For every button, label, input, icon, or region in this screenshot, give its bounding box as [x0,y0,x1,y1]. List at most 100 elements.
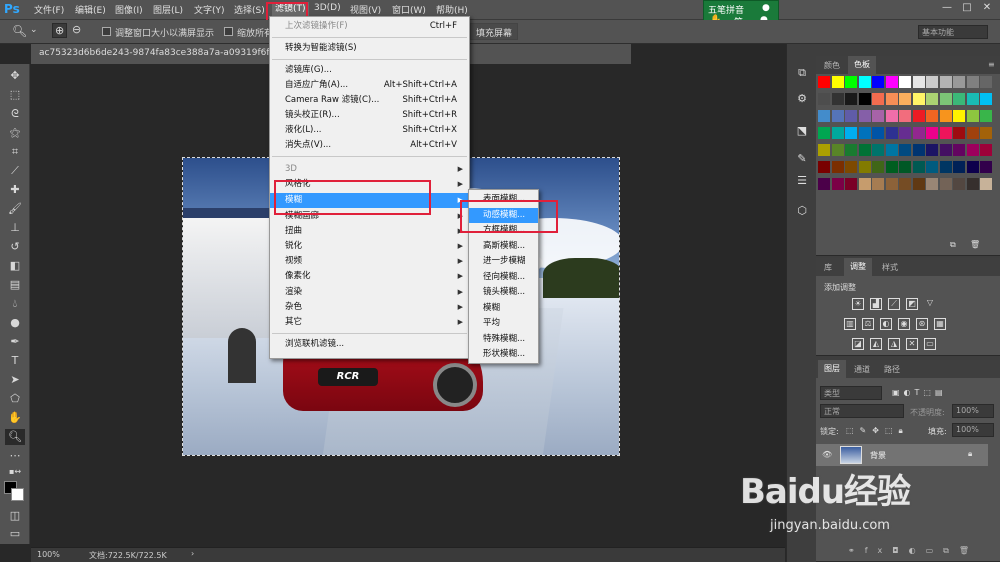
color-swatch[interactable] [899,161,911,173]
color-swatch[interactable] [818,144,830,156]
color-swatch[interactable] [926,161,938,173]
3d-icon[interactable]: ⬡ [793,204,811,220]
color-swatch[interactable] [953,144,965,156]
color-swatch[interactable] [845,76,857,88]
menu-item-lens-correction[interactable]: 镜头校正(R)... Shift+Ctrl+R [270,108,469,123]
submenu-item-smart-blur[interactable]: 特殊模糊... [469,332,538,347]
menu-view[interactable]: 视图(V) [350,3,381,16]
menu-item-vanishing-point[interactable]: 消失点(V)... Alt+Ctrl+V [270,138,469,153]
color-swatch[interactable] [926,76,938,88]
lock-icons[interactable]: ⬚✎✥⬚🔒︎ [846,426,909,436]
brush-settings-icon[interactable]: ✎ [793,152,811,168]
submenu-item-shape-blur[interactable]: 形状模糊... [469,347,538,362]
default-colors-icon[interactable]: ▪↔ [5,464,25,480]
menu-item-sharpen[interactable]: 锐化 ▶ [270,239,469,254]
levels-icon[interactable]: ▟ [870,298,882,310]
color-swatch[interactable] [912,93,925,105]
color-swatch[interactable] [885,76,898,88]
color-swatch[interactable] [966,127,979,139]
tab-channels[interactable]: 通道 [848,364,876,375]
color-swatch[interactable] [831,93,844,105]
color-swatch[interactable] [926,93,938,105]
panel-menu-icon[interactable]: ≡ [982,60,1000,69]
color-swatch[interactable] [912,110,925,122]
menu-item-filter-gallery[interactable]: 滤镜库(G)... [270,63,469,78]
color-swatch[interactable] [953,127,965,139]
history-icon[interactable]: ⧉ [793,66,811,82]
color-swatch[interactable] [845,110,857,122]
zoom-in-icon[interactable]: ⊕ [52,23,68,38]
exposure-icon[interactable]: ◩ [906,298,918,310]
color-swatch[interactable] [939,161,952,173]
color-swatch[interactable] [885,178,898,190]
menu-item-convert-smart-filter[interactable]: 转换为智能滤镜(S) [270,41,469,56]
color-swatch[interactable] [912,144,925,156]
submenu-item-lens-blur[interactable]: 镜头模糊... [469,285,538,300]
photo-filter-icon[interactable]: ◉ [898,318,910,330]
color-swatch[interactable] [980,178,992,190]
screen-mode-icon[interactable]: ▭ [5,526,25,542]
lasso-tool-icon[interactable]: ᘓ [5,106,25,122]
color-swatch[interactable] [980,76,992,88]
color-swatch[interactable] [872,127,884,139]
swatch-grid[interactable] [816,76,992,256]
menu-item-browse-online[interactable]: 浏览联机滤镜... [270,337,469,352]
color-swatch[interactable] [872,110,884,122]
menu-item-distort[interactable]: 扭曲 ▶ [270,224,469,239]
fill-field[interactable]: 100% [952,423,994,437]
color-swatch[interactable] [872,93,884,105]
menu-item-camera-raw[interactable]: Camera Raw 滤镜(C)... Shift+Ctrl+A [270,93,469,108]
threshold-icon[interactable]: ◮ [888,338,900,350]
color-swatch[interactable] [818,127,830,139]
color-swatch[interactable] [899,127,911,139]
color-swatch[interactable] [953,110,965,122]
move-tool-icon[interactable]: ✥ [5,68,25,84]
type-tool-icon[interactable]: T [5,353,25,369]
color-swatch[interactable] [899,110,911,122]
chevron-right-icon[interactable]: › [191,549,194,558]
menu-item-last-filter[interactable]: 上次滤镜操作(F) Ctrl+F [270,19,469,34]
color-swatch[interactable] [858,110,871,122]
color-swatch[interactable] [885,110,898,122]
background-color[interactable] [11,488,24,501]
menu-3d[interactable]: 3D(D) [314,3,341,13]
color-swatch[interactable] [858,178,871,190]
color-swatch[interactable] [885,144,898,156]
tab-paths[interactable]: 路径 [878,364,906,375]
color-swatch[interactable] [831,76,844,88]
gradient-tool-icon[interactable]: ▤ [5,277,25,293]
color-swatch[interactable] [845,161,857,173]
crop-tool-icon[interactable]: ⌗ [5,144,25,160]
color-swatch[interactable] [818,93,830,105]
color-swatch[interactable] [966,93,979,105]
color-swatch[interactable] [926,144,938,156]
menu-type[interactable]: 文字(Y) [194,3,225,16]
maximize-icon[interactable]: □ [958,2,976,16]
menu-image[interactable]: 图像(I) [115,3,143,16]
tab-layers[interactable]: 图层 [818,360,846,378]
color-swatch[interactable] [953,76,965,88]
color-swatch[interactable] [831,127,844,139]
color-swatch[interactable] [980,110,992,122]
path-selection-icon[interactable]: ➤ [5,372,25,388]
tab-swatches[interactable]: 色板 [848,56,876,74]
submenu-item-average[interactable]: 平均 [469,316,538,331]
color-swatch[interactable] [885,127,898,139]
hand-tool-icon[interactable]: ✋ [5,410,25,426]
color-swatch[interactable] [831,110,844,122]
color-swatch[interactable] [939,127,952,139]
layer-filter-kind[interactable]: 类型 [820,386,882,400]
menu-window[interactable]: 窗口(W) [392,3,426,16]
more-tools-icon[interactable]: ⋯ [5,448,25,464]
dodge-tool-icon[interactable]: ● [5,315,25,331]
eyedropper-icon[interactable]: ⟋ [5,163,25,179]
menu-file[interactable]: 文件(F) [34,3,64,16]
color-swatch[interactable] [885,161,898,173]
menu-item-video[interactable]: 视频 ▶ [270,254,469,269]
menu-layer[interactable]: 图层(L) [153,3,183,16]
color-swatch[interactable] [845,178,857,190]
zoom-tool-icon[interactable]: 🔍︎ [12,24,27,38]
pen-tool-icon[interactable]: ✒︎ [5,334,25,350]
color-swatch[interactable] [966,76,979,88]
color-swatch[interactable] [858,144,871,156]
